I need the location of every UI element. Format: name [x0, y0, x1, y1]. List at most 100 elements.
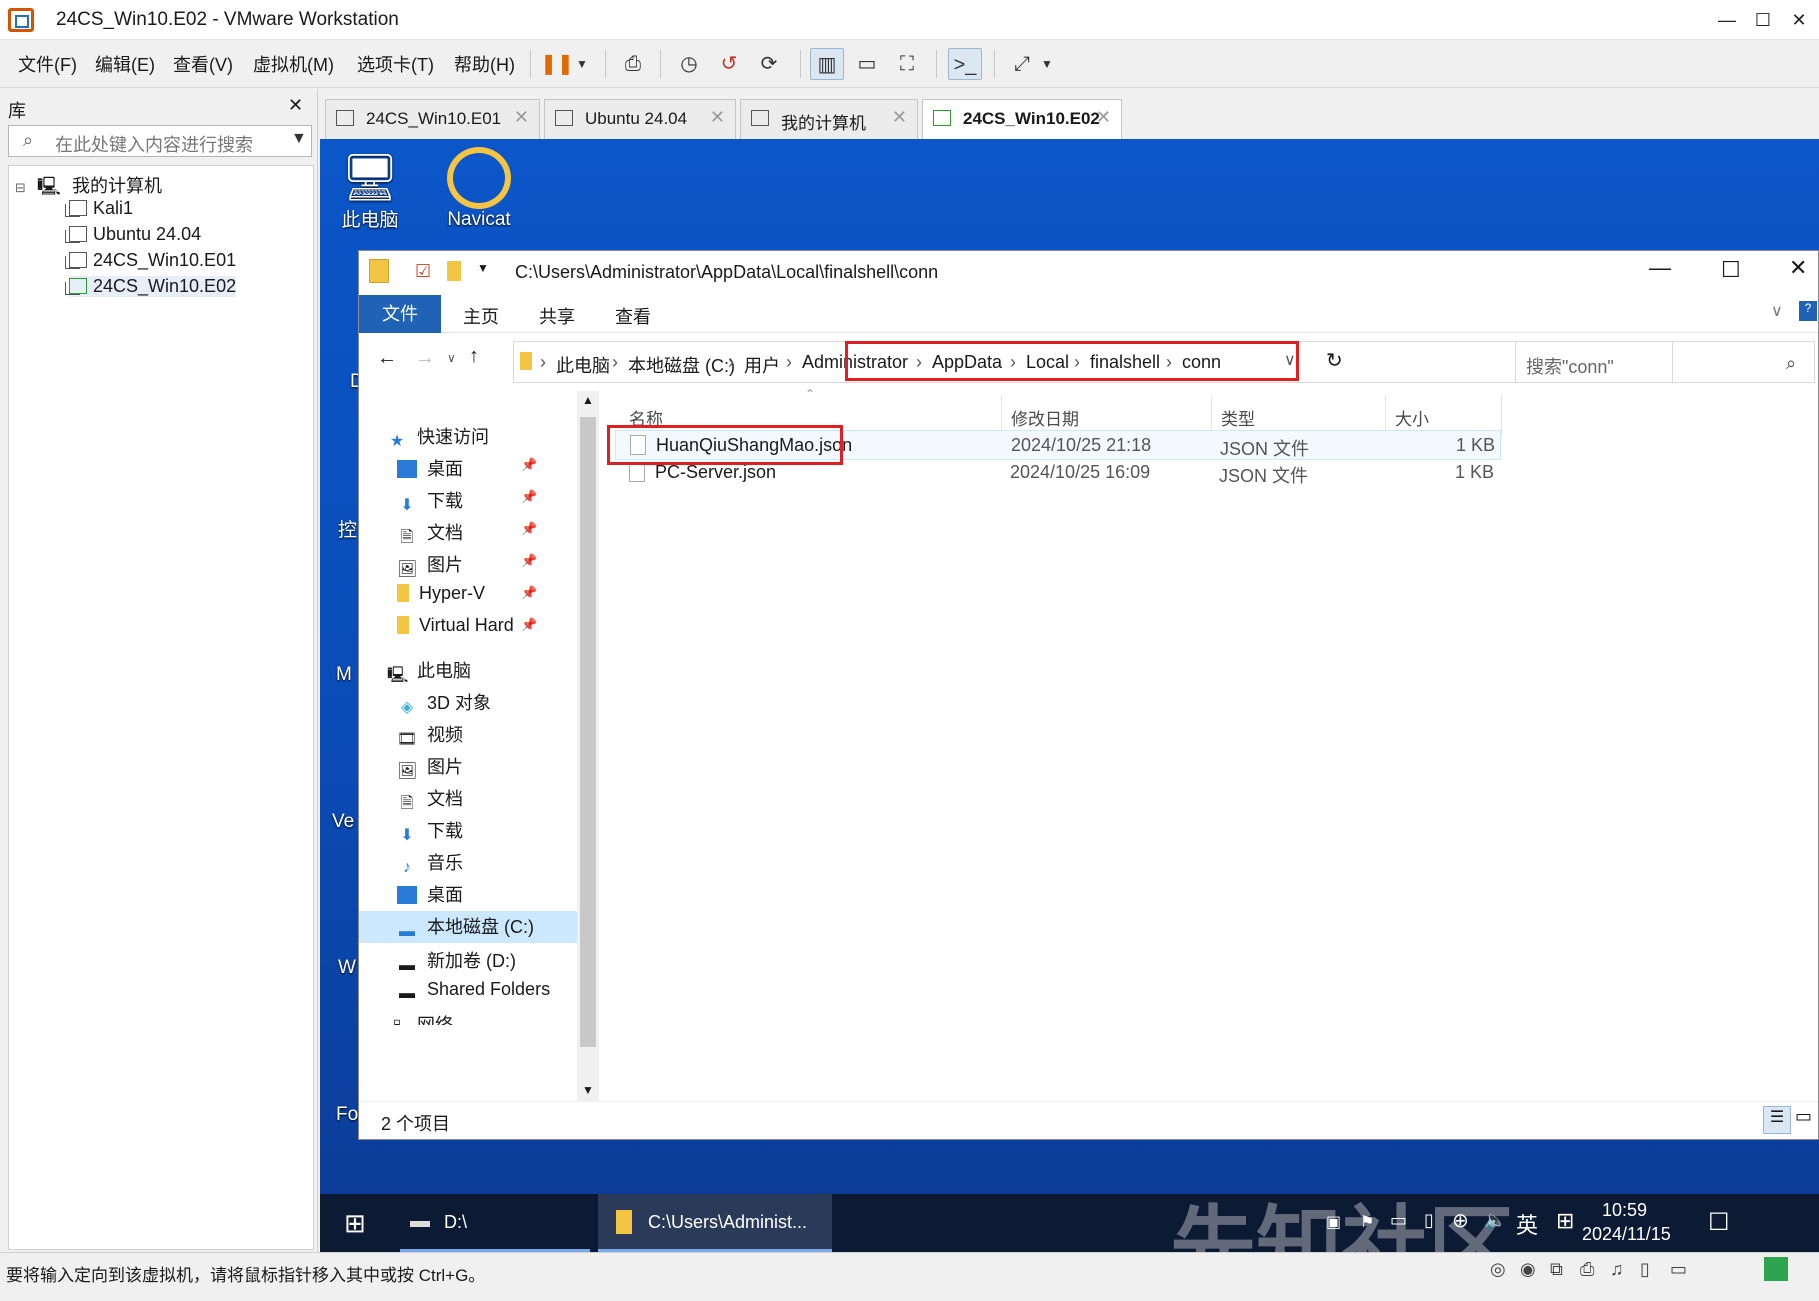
- snapshot-manager-icon[interactable]: ⟳: [752, 48, 786, 80]
- explorer-maximize-button[interactable]: ☐: [1721, 257, 1741, 283]
- close-tab-icon[interactable]: ✕: [1096, 107, 1111, 128]
- console-view-icon[interactable]: >_: [948, 48, 982, 80]
- details-view-icon[interactable]: ☰: [1763, 1106, 1791, 1134]
- taskbar-item-explorer[interactable]: C:\Users\Administ...: [598, 1194, 832, 1252]
- collapse-icon[interactable]: ⊟: [15, 180, 26, 195]
- explorer-close-button[interactable]: ✕: [1789, 255, 1807, 281]
- scroll-thumb[interactable]: [580, 417, 596, 1047]
- display-status-icon[interactable]: ▭: [1670, 1259, 1687, 1280]
- vmware-tray-icon[interactable]: ▣: [1326, 1212, 1341, 1232]
- recent-locations-icon[interactable]: ∨: [447, 351, 456, 365]
- close-tab-icon[interactable]: ✕: [892, 107, 907, 128]
- ribbon-tab-view[interactable]: 查看: [615, 303, 651, 329]
- windows-start-icon[interactable]: ⊞: [344, 1208, 366, 1239]
- ime-mode-icon[interactable]: ⊞: [1556, 1208, 1574, 1234]
- scroll-down-icon[interactable]: ▼: [582, 1083, 594, 1097]
- nav-item[interactable]: 桌面: [397, 881, 463, 907]
- send-ctrl-alt-del-icon[interactable]: ⎙: [616, 48, 650, 80]
- quick-access-dropdown-icon[interactable]: ▼: [477, 261, 489, 275]
- tab-win10-e02[interactable]: 24CS_Win10.E02 ✕: [922, 99, 1122, 139]
- menu-view[interactable]: 查看(V): [173, 51, 233, 77]
- menu-tabs[interactable]: 选项卡(T): [357, 51, 434, 77]
- printer-status-icon[interactable]: ⎙: [1580, 1259, 1594, 1280]
- nav-quick-access[interactable]: ★ 快速访问: [387, 423, 489, 451]
- nav-item[interactable]: ▬ 新加卷 (D:): [397, 947, 516, 975]
- usb-status-icon[interactable]: ▯: [1640, 1259, 1650, 1280]
- notification-icon[interactable]: ☐: [1708, 1208, 1730, 1237]
- pin-icon[interactable]: 📌: [521, 521, 537, 537]
- tab-win10-e01[interactable]: 24CS_Win10.E01 ✕: [325, 99, 540, 139]
- chevron-down-icon[interactable]: ▼: [291, 130, 307, 148]
- minimize-button[interactable]: —: [1712, 6, 1742, 34]
- thumbnail-bar-icon[interactable]: ▭: [850, 48, 884, 80]
- taskbar-item-drive[interactable]: ▬ D:\: [400, 1194, 590, 1252]
- nav-item[interactable]: Virtual Hard: [397, 615, 514, 636]
- expand-ribbon-icon[interactable]: ∨: [1771, 301, 1783, 321]
- library-search-input[interactable]: ⌕ 在此处键入内容进行搜索 ▼: [8, 125, 312, 157]
- pause-icon[interactable]: ❚❚: [540, 48, 574, 80]
- full-screen-dropdown-icon[interactable]: ▼: [1037, 48, 1057, 80]
- close-library-icon[interactable]: ✕: [288, 95, 303, 116]
- close-tab-icon[interactable]: ✕: [514, 107, 529, 128]
- close-button[interactable]: ✕: [1784, 6, 1814, 34]
- clock-date[interactable]: 2024/11/15: [1582, 1224, 1671, 1245]
- cd-status-icon[interactable]: ◉: [1520, 1259, 1536, 1280]
- tree-vm-kali[interactable]: Kali1: [65, 198, 133, 219]
- volume-muted-icon[interactable]: 🔈: [1484, 1210, 1506, 1231]
- nav-network[interactable]: 🖧 网络: [387, 1011, 453, 1025]
- properties-icon[interactable]: ☑: [415, 261, 431, 282]
- tree-vm-win10-e02[interactable]: 24CS_Win10.E02: [65, 276, 237, 297]
- nav-item[interactable]: ♪ 音乐: [397, 849, 463, 877]
- pin-icon[interactable]: 📌: [521, 553, 537, 569]
- maximize-button[interactable]: ☐: [1748, 6, 1778, 34]
- nav-item[interactable]: Hyper-V: [397, 583, 485, 604]
- pin-icon[interactable]: 📌: [521, 585, 537, 601]
- menu-vm[interactable]: 虚拟机(M): [253, 51, 334, 77]
- large-icons-view-icon[interactable]: ▭: [1795, 1106, 1812, 1127]
- nav-item[interactable]: 🎞 视频: [397, 721, 463, 749]
- revert-snapshot-icon[interactable]: ↺: [712, 48, 746, 80]
- column-header-size[interactable]: 大小: [1395, 405, 1429, 430]
- hdd-status-icon[interactable]: ◎: [1490, 1259, 1506, 1280]
- network-globe-icon[interactable]: ⊕: [1452, 1208, 1469, 1233]
- explorer-minimize-button[interactable]: —: [1649, 255, 1671, 281]
- nav-item[interactable]: 🖼 图片: [397, 551, 463, 579]
- forward-arrow-icon[interactable]: →: [415, 347, 435, 370]
- menu-file[interactable]: 文件(F): [18, 51, 77, 77]
- fit-guest-icon[interactable]: ⛶: [890, 48, 924, 80]
- display-tray-icon[interactable]: ▭: [1390, 1210, 1407, 1231]
- tab-ubuntu[interactable]: Ubuntu 24.04 ✕: [544, 99, 736, 139]
- tab-my-computer[interactable]: 我的计算机 ✕: [740, 99, 918, 139]
- nav-item-selected[interactable]: ▬ 本地磁盘 (C:): [359, 911, 577, 943]
- breadcrumb[interactable]: 用户: [744, 352, 780, 378]
- breadcrumb[interactable]: 本地磁盘 (C:): [628, 352, 735, 378]
- ime-indicator[interactable]: 英: [1516, 1208, 1538, 1240]
- desktop-icon-this-pc[interactable]: 🖥 此电脑: [340, 149, 400, 232]
- full-screen-icon[interactable]: ⤢: [1005, 48, 1039, 80]
- network-status-icon[interactable]: ⧉: [1550, 1259, 1563, 1280]
- nav-item[interactable]: ◈ 3D 对象: [397, 689, 491, 717]
- refresh-icon[interactable]: ↻: [1326, 348, 1343, 373]
- breadcrumb[interactable]: 此电脑: [556, 352, 610, 378]
- nav-item[interactable]: 🗎 文档: [397, 785, 463, 813]
- tree-vm-win10-e01[interactable]: 24CS_Win10.E01: [65, 250, 236, 271]
- help-icon[interactable]: ?: [1799, 301, 1817, 321]
- message-status-icon[interactable]: [1764, 1257, 1788, 1281]
- pin-icon[interactable]: 📌: [521, 457, 537, 473]
- desktop-icon-navicat[interactable]: Navicat: [442, 147, 516, 231]
- nav-this-pc[interactable]: 🖳 此电脑: [387, 657, 471, 685]
- show-library-icon[interactable]: ▥: [810, 48, 844, 80]
- nav-item[interactable]: 桌面: [397, 455, 463, 481]
- nav-scrollbar[interactable]: ▲ ▼: [577, 391, 599, 1101]
- clock-time[interactable]: 10:59: [1602, 1200, 1647, 1221]
- column-header-date[interactable]: 修改日期: [1011, 405, 1079, 430]
- nav-item[interactable]: 🗎 文档: [397, 519, 463, 547]
- ribbon-tab-share[interactable]: 共享: [539, 303, 575, 329]
- nav-item[interactable]: ▬ Shared Folders: [397, 979, 550, 1003]
- pause-dropdown-icon[interactable]: ▼: [572, 48, 592, 80]
- menu-edit[interactable]: 编辑(E): [95, 51, 155, 77]
- close-tab-icon[interactable]: ✕: [710, 107, 725, 128]
- menu-help[interactable]: 帮助(H): [454, 51, 515, 77]
- scroll-up-icon[interactable]: ▲: [582, 393, 594, 407]
- back-arrow-icon[interactable]: ←: [377, 347, 397, 370]
